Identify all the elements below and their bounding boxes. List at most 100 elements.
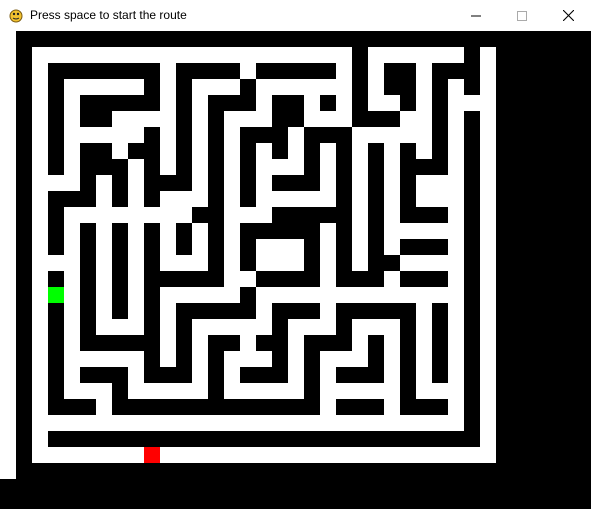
maze-wall-cell bbox=[304, 335, 320, 351]
maze-wall-cell bbox=[464, 79, 480, 95]
maze-wall-cell bbox=[416, 431, 432, 447]
maze-wall-cell bbox=[160, 431, 176, 447]
maze-wall-cell bbox=[432, 399, 448, 415]
maze-wall-cell bbox=[16, 191, 32, 207]
minimize-button[interactable] bbox=[453, 0, 499, 31]
maze-wall-cell bbox=[432, 335, 448, 351]
maze-wall-cell bbox=[432, 111, 448, 127]
maze-wall-cell bbox=[304, 399, 320, 415]
maze-wall-cell bbox=[464, 63, 480, 79]
maze-wall-cell bbox=[176, 351, 192, 367]
maze-wall-cell bbox=[176, 399, 192, 415]
maze-wall-cell bbox=[400, 31, 416, 47]
maze-wall-cell bbox=[16, 127, 32, 143]
maximize-button[interactable] bbox=[499, 0, 545, 31]
maze-wall-cell bbox=[464, 159, 480, 175]
maze-wall-cell bbox=[176, 79, 192, 95]
maze-wall-cell bbox=[368, 255, 384, 271]
maze-wall-cell bbox=[368, 31, 384, 47]
maze-wall-cell bbox=[272, 207, 288, 223]
maze-wall-cell bbox=[368, 191, 384, 207]
maze-wall-cell bbox=[464, 127, 480, 143]
maze-wall-cell bbox=[432, 431, 448, 447]
maze-wall-cell bbox=[96, 95, 112, 111]
maze-wall-cell bbox=[16, 111, 32, 127]
game-canvas[interactable] bbox=[0, 31, 591, 509]
maze-wall-cell bbox=[208, 31, 224, 47]
maze-wall-cell bbox=[16, 63, 32, 79]
maze-wall-cell bbox=[16, 223, 32, 239]
maze-wall-cell bbox=[16, 463, 32, 479]
maze-wall-cell bbox=[304, 223, 320, 239]
maze-wall-cell bbox=[304, 383, 320, 399]
title-bar[interactable]: Press space to start the route bbox=[0, 0, 591, 31]
maze-wall-cell bbox=[464, 335, 480, 351]
maze-wall-cell bbox=[432, 303, 448, 319]
maze-wall-cell bbox=[336, 367, 352, 383]
maze-wall-cell bbox=[176, 95, 192, 111]
maze-wall-cell bbox=[48, 31, 64, 47]
maze-wall-cell bbox=[192, 271, 208, 287]
maze-wall-cell bbox=[240, 255, 256, 271]
maze-wall-cell bbox=[64, 431, 80, 447]
maze-wall-cell bbox=[432, 31, 448, 47]
maze-wall-cell bbox=[112, 431, 128, 447]
maze-wall-cell bbox=[48, 63, 64, 79]
maze-wall-cell bbox=[144, 175, 160, 191]
maze-wall-cell bbox=[208, 351, 224, 367]
maze-wall-cell bbox=[384, 79, 400, 95]
maze-wall-cell bbox=[320, 127, 336, 143]
maze-wall-cell bbox=[16, 207, 32, 223]
maze-wall-cell bbox=[144, 431, 160, 447]
maze-wall-cell bbox=[288, 463, 304, 479]
maze-wall-cell bbox=[272, 351, 288, 367]
maze-wall-cell bbox=[48, 383, 64, 399]
maze-wall-cell bbox=[352, 271, 368, 287]
close-button[interactable] bbox=[545, 0, 591, 31]
maze-wall-cell bbox=[272, 367, 288, 383]
maze-wall-cell bbox=[384, 111, 400, 127]
maze-wall-cell bbox=[304, 351, 320, 367]
maze-wall-cell bbox=[208, 463, 224, 479]
maze-wall-cell bbox=[368, 271, 384, 287]
maze-wall-cell bbox=[96, 111, 112, 127]
maze-wall-cell bbox=[432, 367, 448, 383]
maximize-icon bbox=[517, 10, 527, 21]
maze-wall-cell bbox=[288, 271, 304, 287]
maze-wall-cell bbox=[208, 175, 224, 191]
maze-wall-cell bbox=[304, 239, 320, 255]
maze-wall-cell bbox=[144, 335, 160, 351]
maze-wall-cell bbox=[400, 79, 416, 95]
maze-wall-cell bbox=[400, 351, 416, 367]
maze-wall-cell bbox=[112, 31, 128, 47]
maze-wall-cell bbox=[144, 367, 160, 383]
maze-wall-cell bbox=[48, 207, 64, 223]
maze-wall-cell bbox=[272, 319, 288, 335]
maze-wall-cell bbox=[304, 367, 320, 383]
maze-wall-cell bbox=[224, 95, 240, 111]
maze-wall-cell bbox=[464, 351, 480, 367]
maze-wall-cell bbox=[304, 255, 320, 271]
maze-wall-cell bbox=[112, 383, 128, 399]
maze-wall-cell bbox=[320, 463, 336, 479]
maze-wall-cell bbox=[368, 431, 384, 447]
maze-wall-cell bbox=[112, 399, 128, 415]
maze-wall-cell bbox=[240, 127, 256, 143]
maze-wall-cell bbox=[464, 143, 480, 159]
maze-wall-cell bbox=[336, 271, 352, 287]
maze-wall-cell bbox=[112, 287, 128, 303]
maze-wall-cell bbox=[288, 303, 304, 319]
maze-wall-cell bbox=[336, 31, 352, 47]
maze-wall-cell bbox=[32, 463, 48, 479]
maze-wall-cell bbox=[240, 303, 256, 319]
maze-wall-cell bbox=[288, 223, 304, 239]
maze-wall-cell bbox=[336, 431, 352, 447]
maze-wall-cell bbox=[144, 239, 160, 255]
maze-wall-cell bbox=[320, 31, 336, 47]
maze-wall-cell bbox=[336, 255, 352, 271]
maze-wall-cell bbox=[400, 207, 416, 223]
maze-wall-cell bbox=[240, 95, 256, 111]
maze-wall-cell bbox=[368, 351, 384, 367]
maze-wall-cell bbox=[400, 399, 416, 415]
maze-wall-cell bbox=[80, 63, 96, 79]
